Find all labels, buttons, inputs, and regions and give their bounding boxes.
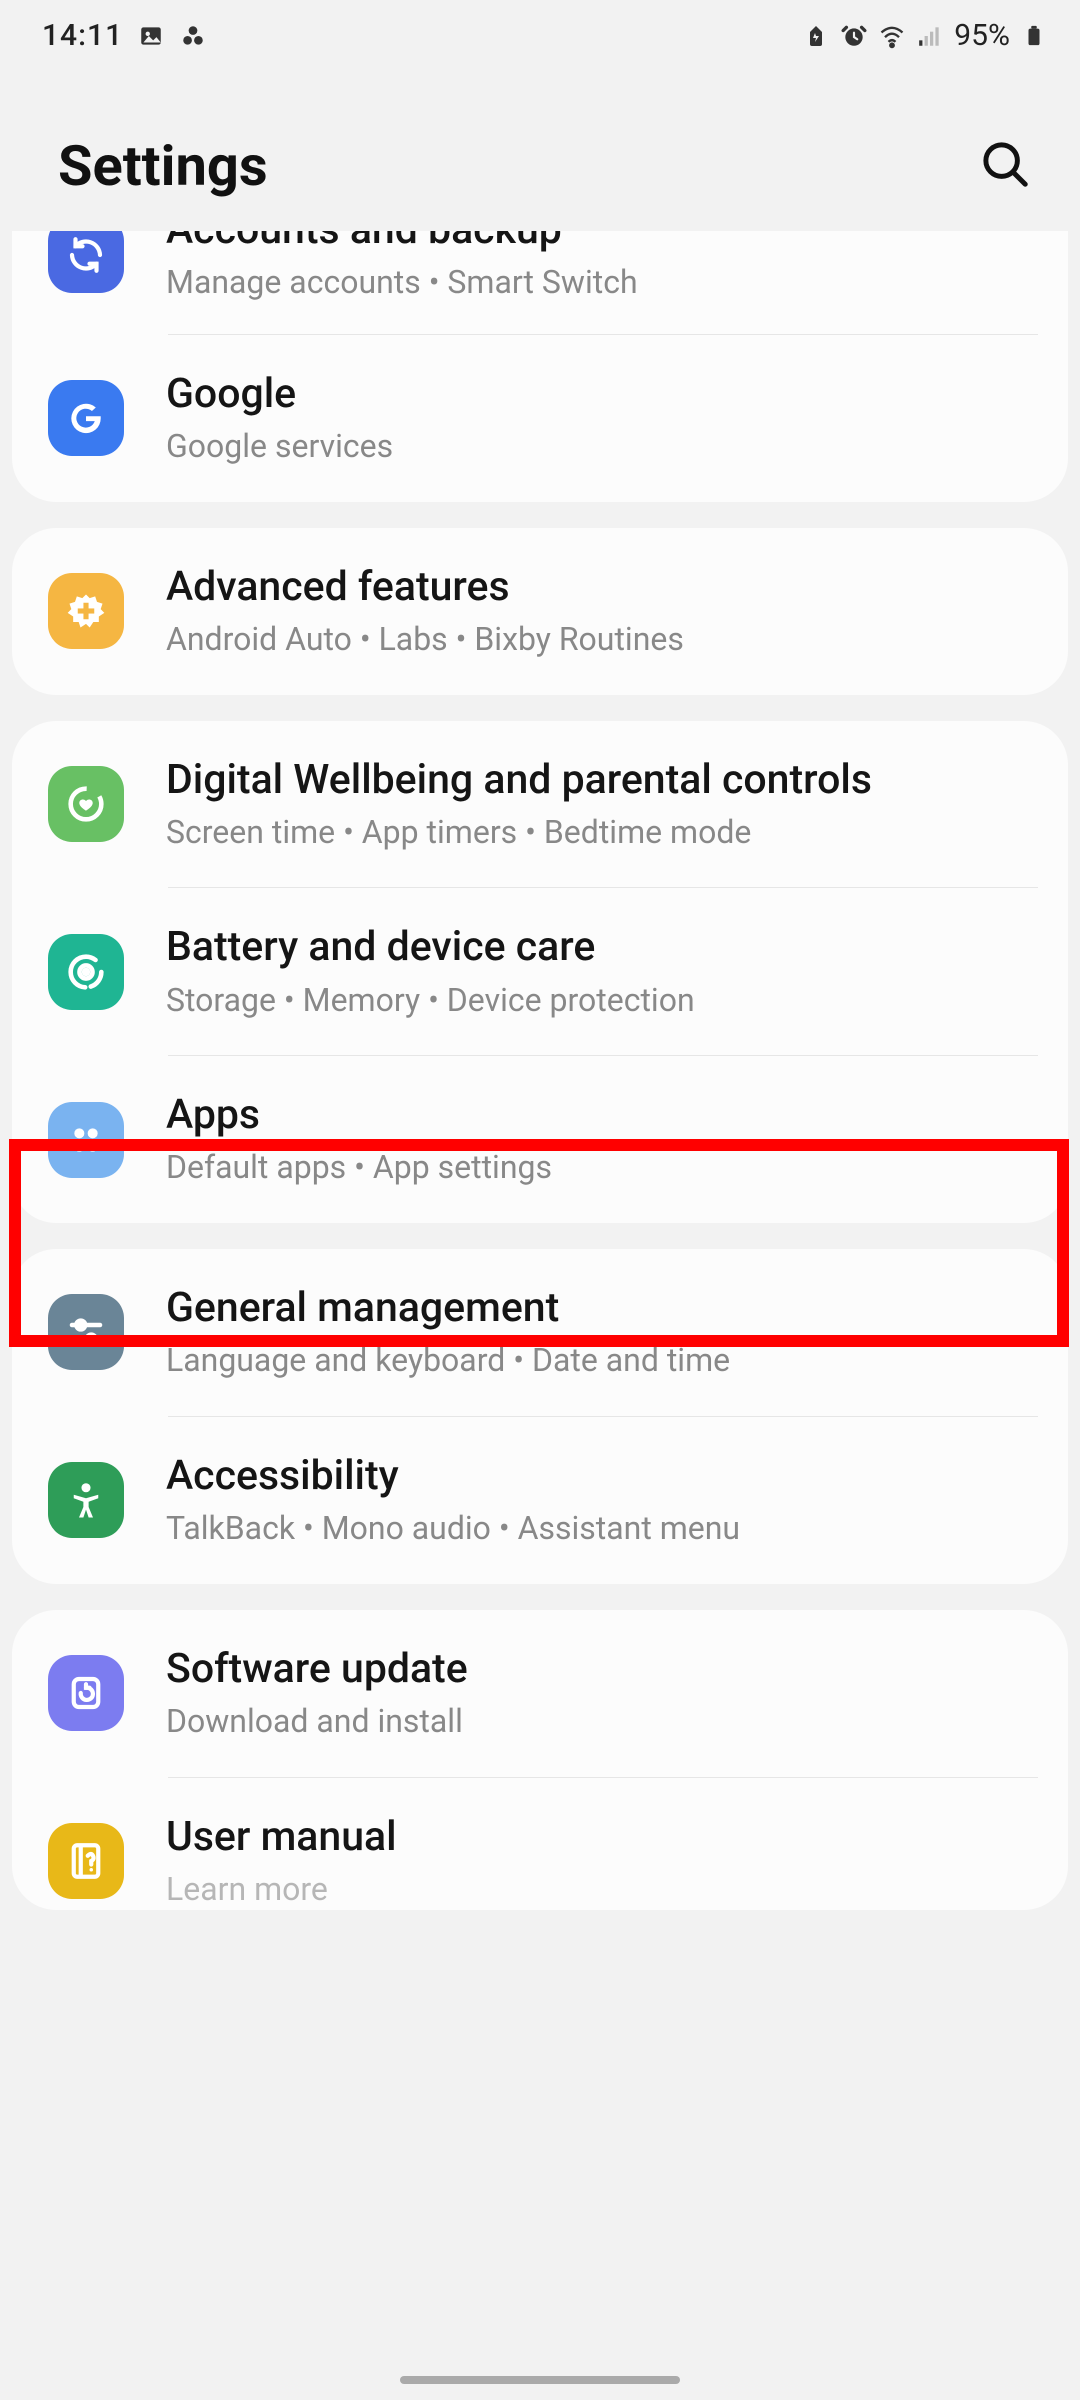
item-subtitle: Download and install — [166, 1701, 1038, 1743]
settings-item-user-manual[interactable]: User manual Learn more — [12, 1778, 1068, 1911]
item-subtitle: Android Auto • Labs • Bixby Routines — [166, 619, 1038, 661]
battery-icon — [1020, 22, 1048, 50]
settings-item-digital-wellbeing[interactable]: Digital Wellbeing and parental controls … — [12, 721, 1068, 888]
sync-icon — [48, 231, 124, 293]
item-title: Battery and device care — [166, 922, 1038, 973]
settings-item-google[interactable]: Google Google services — [12, 335, 1068, 502]
page-title: Settings — [58, 133, 268, 199]
status-time: 14:11 — [42, 18, 123, 53]
item-title: Accounts and backup — [166, 231, 1038, 256]
update-icon — [48, 1655, 124, 1731]
settings-item-advanced-features[interactable]: Advanced features Android Auto • Labs • … — [12, 528, 1068, 695]
settings-list: Accounts and backup Manage accounts • Sm… — [0, 231, 1080, 1910]
item-text: Digital Wellbeing and parental controls … — [166, 755, 1038, 854]
dots-icon — [179, 22, 207, 50]
item-text: Apps Default apps • App settings — [166, 1090, 1038, 1189]
google-icon — [48, 380, 124, 456]
settings-group: Software update Download and install Use… — [12, 1610, 1068, 1911]
item-text: Google Google services — [166, 369, 1038, 468]
plus-gear-icon — [48, 573, 124, 649]
wellbeing-icon — [48, 766, 124, 842]
status-right: 95% — [802, 18, 1048, 53]
item-title: Advanced features — [166, 562, 1038, 613]
settings-item-general-management[interactable]: General management Language and keyboard… — [12, 1249, 1068, 1416]
settings-group: Accounts and backup Manage accounts • Sm… — [12, 231, 1068, 502]
item-text: General management Language and keyboard… — [166, 1283, 1038, 1382]
item-title: User manual — [166, 1812, 1038, 1863]
signal-icon — [916, 22, 944, 50]
header: Settings — [0, 63, 1080, 239]
manual-icon — [48, 1823, 124, 1899]
item-title: Digital Wellbeing and parental controls — [166, 755, 1038, 806]
accessibility-icon — [48, 1462, 124, 1538]
item-title: Accessibility — [166, 1451, 1038, 1502]
item-text: Accessibility TalkBack • Mono audio • As… — [166, 1451, 1038, 1550]
item-text: Accounts and backup Manage accounts • Sm… — [166, 231, 1038, 304]
item-subtitle: Manage accounts • Smart Switch — [166, 262, 1038, 304]
item-subtitle: Learn more — [166, 1869, 1038, 1911]
settings-item-battery-device-care[interactable]: Battery and device care Storage • Memory… — [12, 888, 1068, 1055]
apps-icon — [48, 1102, 124, 1178]
item-subtitle: Screen time • App timers • Bedtime mode — [166, 812, 1038, 854]
settings-group: General management Language and keyboard… — [12, 1249, 1068, 1584]
item-text: Software update Download and install — [166, 1644, 1038, 1743]
item-text: User manual Learn more — [166, 1812, 1038, 1911]
settings-item-apps[interactable]: Apps Default apps • App settings — [12, 1056, 1068, 1223]
battery-percent: 95% — [954, 18, 1010, 53]
item-subtitle: Default apps • App settings — [166, 1147, 1038, 1189]
search-button[interactable] — [978, 137, 1032, 195]
sliders-icon — [48, 1294, 124, 1370]
status-left: 14:11 — [42, 18, 207, 53]
gallery-icon — [137, 22, 165, 50]
item-title: General management — [166, 1283, 1038, 1334]
device-care-icon — [48, 934, 124, 1010]
navigation-handle[interactable] — [400, 2376, 680, 2384]
settings-item-accessibility[interactable]: Accessibility TalkBack • Mono audio • As… — [12, 1417, 1068, 1584]
item-subtitle: Storage • Memory • Device protection — [166, 980, 1038, 1022]
item-subtitle: TalkBack • Mono audio • Assistant menu — [166, 1508, 1038, 1550]
settings-item-software-update[interactable]: Software update Download and install — [12, 1610, 1068, 1777]
item-title: Apps — [166, 1090, 1038, 1141]
status-bar: 14:11 95% — [0, 0, 1080, 63]
item-subtitle: Google services — [166, 426, 1038, 468]
settings-group: Advanced features Android Auto • Labs • … — [12, 528, 1068, 695]
item-text: Advanced features Android Auto • Labs • … — [166, 562, 1038, 661]
item-title: Google — [166, 369, 1038, 420]
battery-saver-icon — [802, 22, 830, 50]
item-text: Battery and device care Storage • Memory… — [166, 922, 1038, 1021]
settings-group: Digital Wellbeing and parental controls … — [12, 721, 1068, 1224]
wifi-icon — [878, 22, 906, 50]
item-title: Software update — [166, 1644, 1038, 1695]
settings-item-accounts-backup[interactable]: Accounts and backup Manage accounts • Sm… — [12, 231, 1068, 334]
item-subtitle: Language and keyboard • Date and time — [166, 1340, 1038, 1382]
alarm-icon — [840, 22, 868, 50]
